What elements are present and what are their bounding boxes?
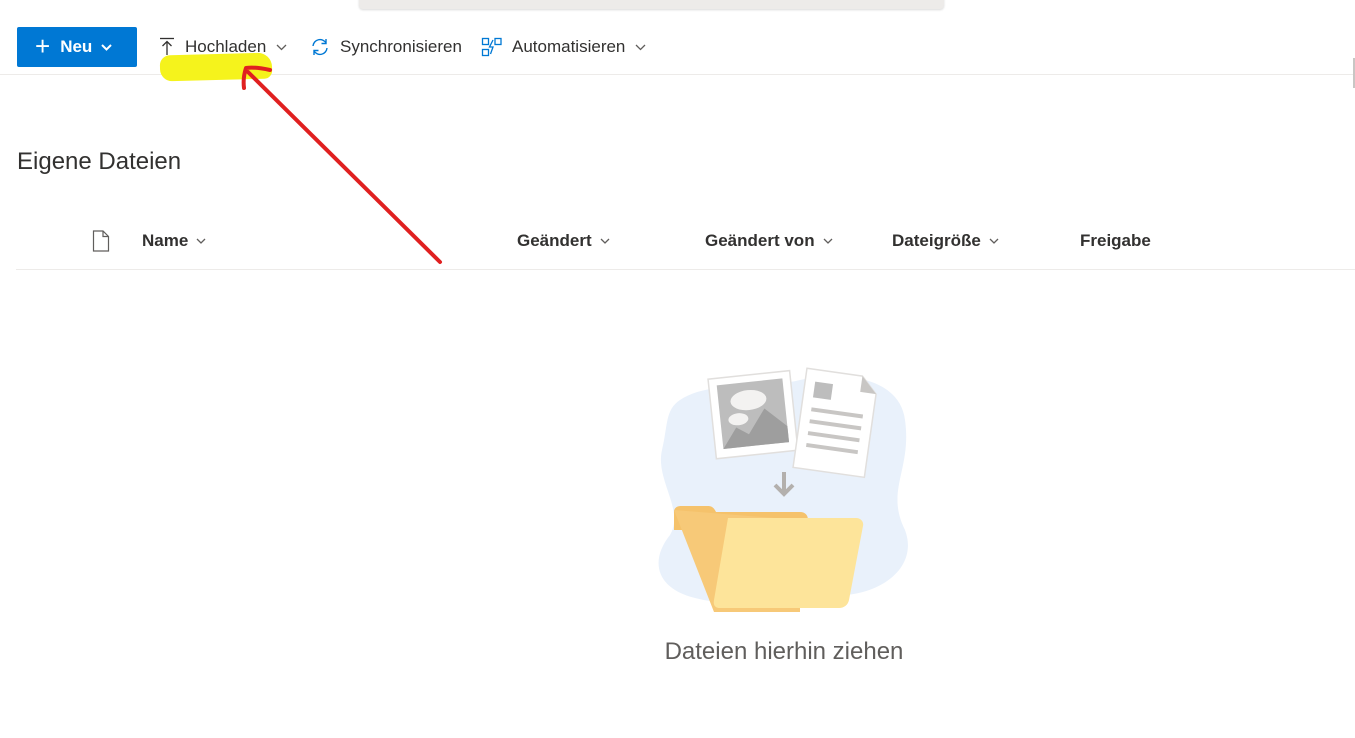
column-modified-by[interactable]: Geändert von: [705, 231, 833, 251]
column-sharing-label: Freigabe: [1080, 231, 1151, 250]
new-button[interactable]: + Neu: [17, 27, 137, 67]
upload-label: Hochladen: [185, 37, 267, 56]
chevron-down-icon[interactable]: [276, 44, 287, 51]
automate-icon: [481, 37, 503, 57]
chevron-down-icon: [196, 238, 206, 244]
sync-button[interactable]: Synchronisieren: [309, 27, 462, 67]
column-name[interactable]: Name: [142, 231, 206, 251]
column-modified-by-label: Geändert von: [705, 231, 815, 250]
chevron-down-icon: [101, 43, 113, 51]
chevron-down-icon: [823, 238, 833, 244]
sync-icon: [309, 36, 331, 58]
document-icon[interactable]: [92, 230, 110, 257]
plus-icon: +: [35, 30, 51, 61]
empty-state-message: Dateien hierhin ziehen: [664, 638, 904, 665]
onedrive-my-files-page: + Neu Hochladen Synchronisieren Automati…: [0, 0, 1355, 738]
command-bar: + Neu Hochladen Synchronisieren Automati…: [0, 20, 1355, 88]
column-modified[interactable]: Geändert: [517, 231, 610, 251]
column-file-size-label: Dateigröße: [892, 231, 981, 250]
upload-icon: [158, 37, 176, 57]
column-file-size[interactable]: Dateigröße: [892, 231, 999, 251]
column-modified-label: Geändert: [517, 231, 592, 250]
new-button-label: Neu: [60, 37, 93, 56]
chevron-down-icon: [600, 238, 610, 244]
automate-button[interactable]: Automatisieren: [481, 27, 646, 67]
page-title: Eigene Dateien: [17, 148, 182, 175]
column-header-row: Name Geändert Geändert von Dateigröße Fr…: [16, 218, 1355, 270]
chevron-down-icon[interactable]: [635, 44, 646, 51]
column-sharing[interactable]: Freigabe: [1080, 231, 1151, 251]
chevron-down-icon: [989, 238, 999, 244]
empty-folder-illustration: [658, 367, 908, 612]
search-box[interactable]: [359, 0, 944, 9]
sync-label: Synchronisieren: [340, 37, 462, 56]
automate-label: Automatisieren: [512, 37, 626, 56]
column-name-label: Name: [142, 231, 189, 250]
upload-button[interactable]: Hochladen: [158, 27, 287, 67]
